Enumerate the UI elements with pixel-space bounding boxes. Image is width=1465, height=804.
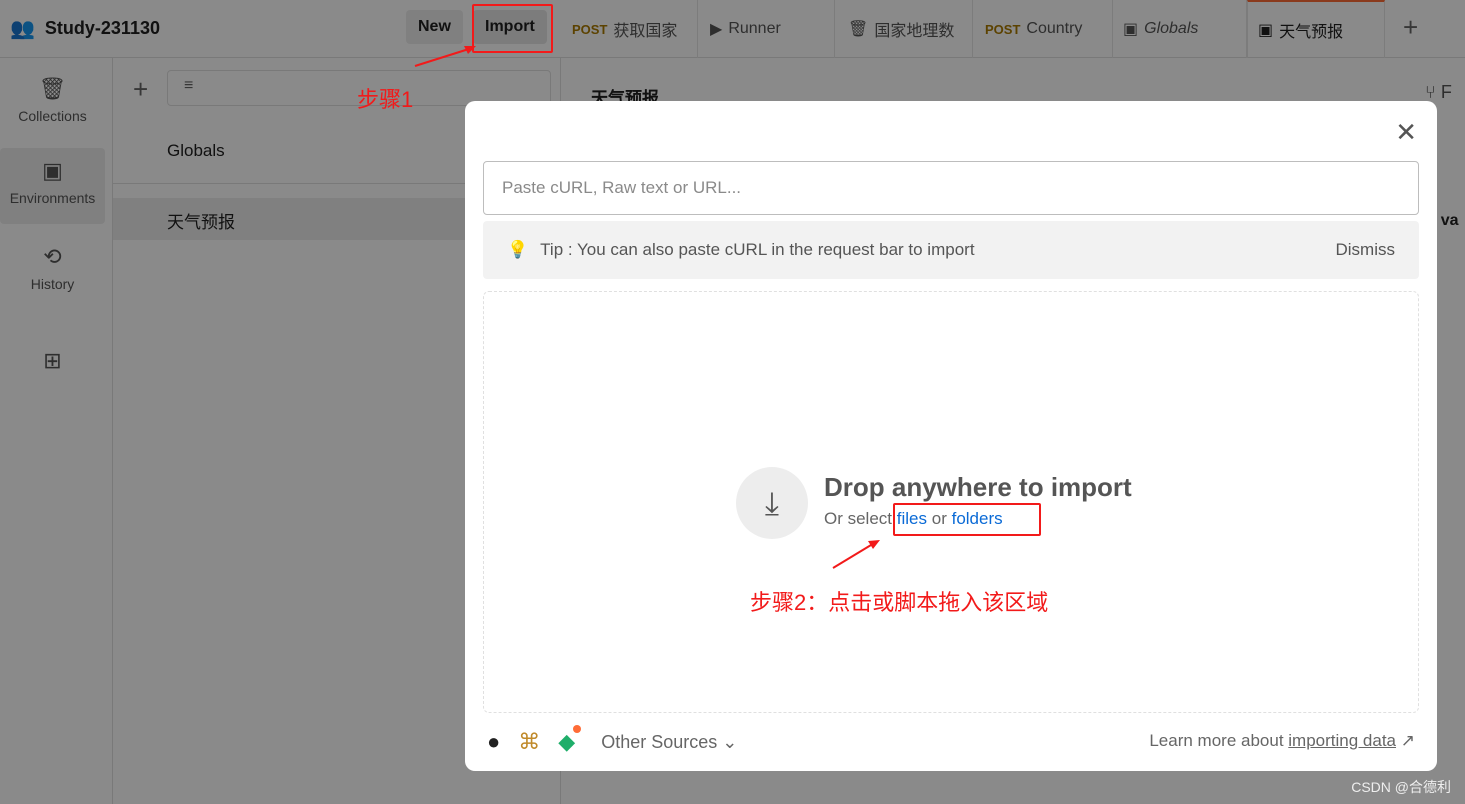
annotation-arrow — [832, 540, 880, 569]
annotation-box — [472, 4, 553, 53]
chevron-down-icon: ⌄ — [722, 731, 738, 752]
source-icons: ● ⌘ ◆ Other Sources ⌄ — [487, 725, 737, 755]
learn-more: Learn more about importing data ↗ — [1149, 731, 1415, 751]
paste-input[interactable]: Paste cURL, Raw text or URL... — [483, 161, 1419, 215]
dismiss-button[interactable]: Dismiss — [1336, 240, 1396, 260]
tip-bar: 💡 Tip : You can also paste cURL in the r… — [483, 221, 1419, 279]
github-icon[interactable]: ● — [487, 729, 500, 755]
tip-text: Tip : You can also paste cURL in the req… — [540, 240, 975, 259]
close-icon[interactable]: ✕ — [1395, 117, 1417, 148]
learn-prefix: Learn more about — [1149, 731, 1284, 750]
annotation-step1: 步骤1 — [357, 87, 414, 112]
external-link-icon: ↗ — [1400, 731, 1415, 750]
importing-data-link[interactable]: importing data — [1288, 731, 1396, 750]
import-icon: ⤓ — [736, 467, 808, 539]
postman-source-icon[interactable]: ◆ — [558, 725, 582, 755]
other-sources-label: Other Sources — [601, 731, 718, 752]
annotation-step2: 步骤2：点击或脚本拖入该区域 — [750, 590, 1049, 615]
other-sources-dropdown[interactable]: Other Sources ⌄ — [601, 732, 737, 753]
drop-zone[interactable]: ⤓ Drop anywhere to import Or select file… — [483, 291, 1419, 713]
drop-title: Drop anywhere to import — [824, 472, 1132, 502]
watermark: CSDN @合德利 — [1351, 779, 1451, 795]
annotation-arrow — [414, 46, 476, 67]
lightbulb-icon: 💡 — [507, 240, 529, 259]
swagger-icon[interactable]: ⌘ — [518, 729, 540, 755]
annotation-box — [893, 503, 1041, 536]
import-modal: ✕ Paste cURL, Raw text or URL... 💡 Tip :… — [465, 101, 1437, 771]
drop-sub-prefix: Or select — [824, 509, 893, 528]
